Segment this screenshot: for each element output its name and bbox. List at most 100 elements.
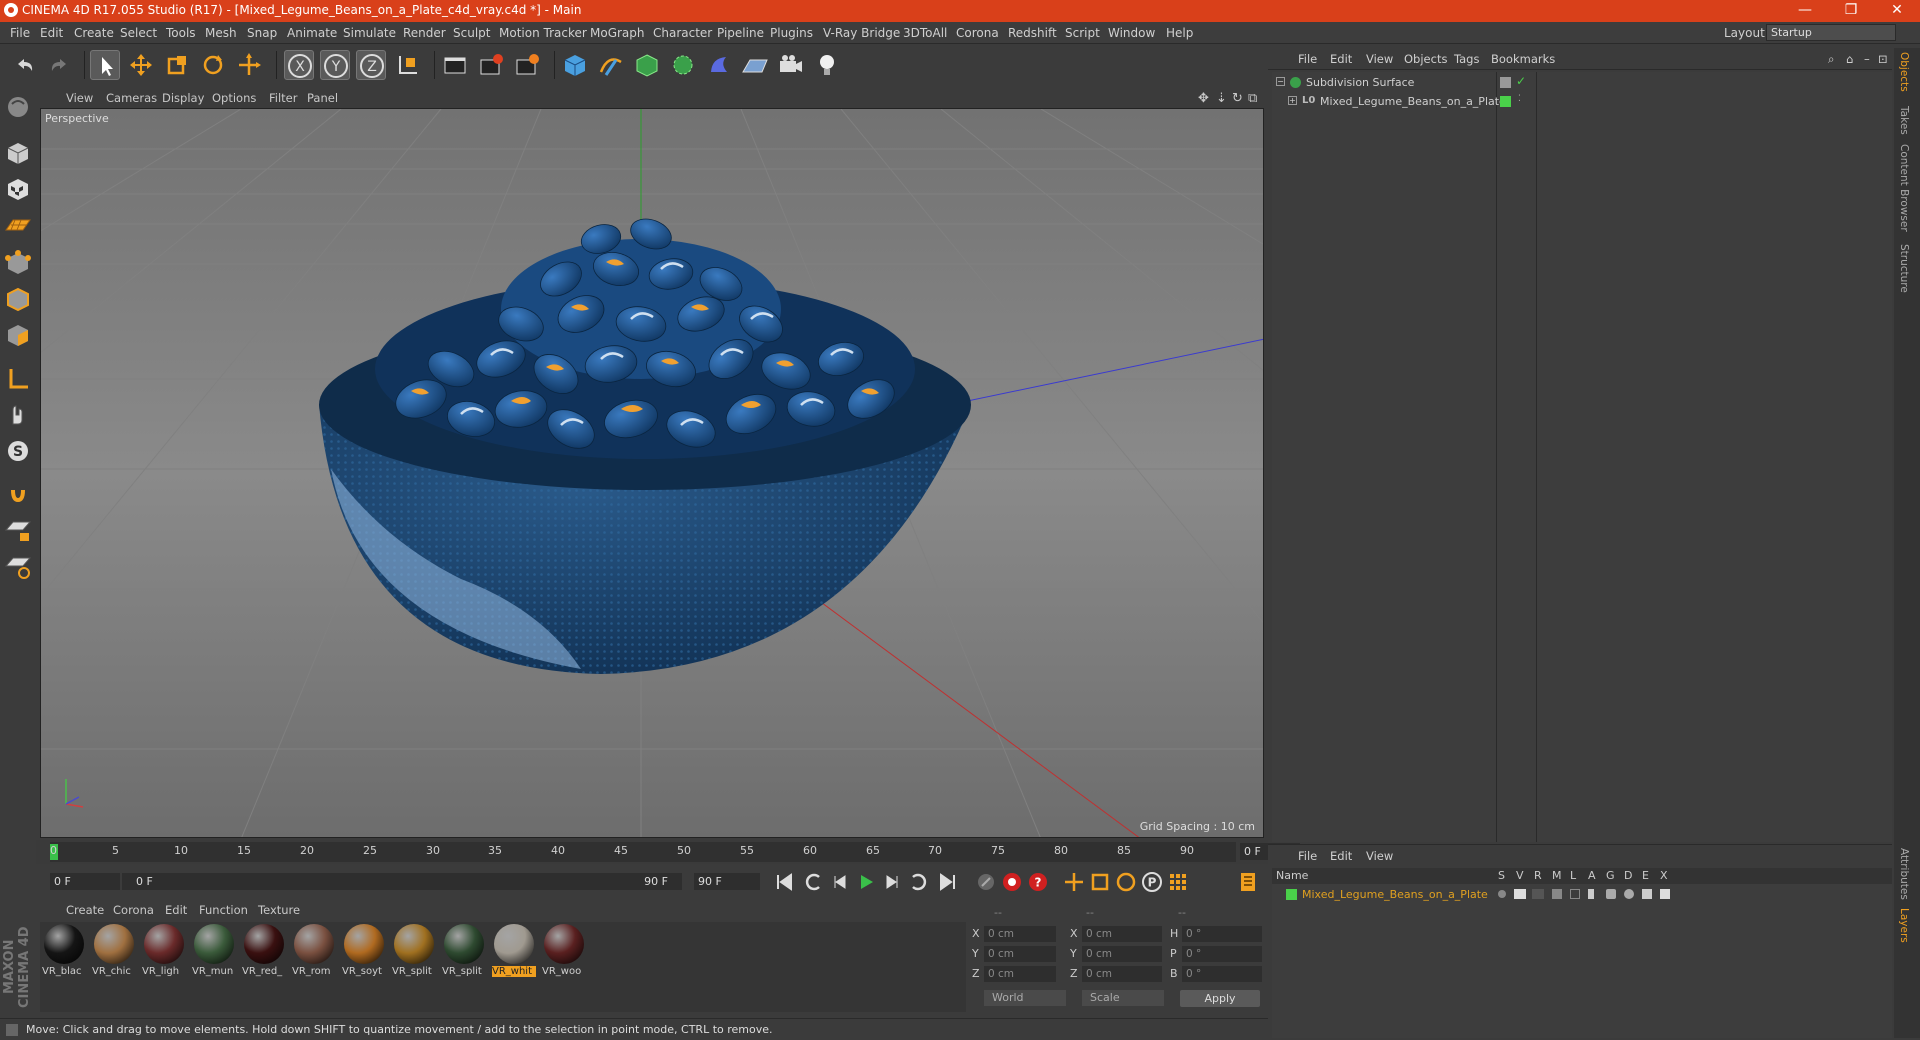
material-swatch[interactable]: VR_red_ <box>242 924 286 984</box>
material-swatch[interactable]: VR_mun <box>192 924 236 984</box>
render-to-picture-viewer-button[interactable] <box>476 50 506 80</box>
redo-button[interactable] <box>44 50 74 80</box>
generator-toggle-icon[interactable] <box>1606 889 1616 899</box>
menu-edit[interactable]: Edit <box>40 26 63 40</box>
record-button[interactable] <box>1000 870 1024 894</box>
make-editable-button[interactable] <box>3 92 33 122</box>
search-icon[interactable]: ⌕ <box>1828 52 1834 67</box>
menu-redshift[interactable]: Redshift <box>1008 26 1057 40</box>
menu-snap[interactable]: Snap <box>247 26 277 40</box>
go-to-end-button[interactable] <box>936 870 960 894</box>
size-z-field[interactable]: 0 cm <box>1082 966 1162 982</box>
object-row[interactable]: − Subdivision Surface ✓ <box>1272 74 1892 92</box>
tab-takes[interactable]: Takes <box>1898 106 1910 135</box>
viewport-menu-filter[interactable]: Filter <box>269 91 297 105</box>
column-generators[interactable]: G <box>1606 869 1615 882</box>
column-expressions[interactable]: E <box>1642 869 1649 882</box>
material-menu-texture[interactable]: Texture <box>258 903 300 917</box>
menu-tools[interactable]: Tools <box>166 26 196 40</box>
menu-help[interactable]: Help <box>1166 26 1193 40</box>
key-pla-button[interactable] <box>1166 870 1190 894</box>
menu-sculpt[interactable]: Sculpt <box>453 26 490 40</box>
object-menu-edit[interactable]: Edit <box>1330 52 1352 66</box>
floor-object-button[interactable] <box>740 50 770 80</box>
window-minimize-icon[interactable]: – <box>1864 52 1870 66</box>
column-locked[interactable]: L <box>1570 869 1576 882</box>
texture-mode-button[interactable] <box>3 174 33 204</box>
column-render[interactable]: R <box>1534 869 1542 882</box>
material-swatch[interactable]: VR_chic <box>92 924 136 984</box>
material-swatch[interactable]: VR_soyt <box>342 924 386 984</box>
object-row[interactable]: + L0 Mixed_Legume_Beans_on_a_Plate ⁚ <box>1272 93 1892 111</box>
material-swatch[interactable]: VR_split <box>392 924 436 984</box>
y-axis-lock-button[interactable]: Y <box>320 50 350 80</box>
material-menu-edit[interactable]: Edit <box>165 903 187 917</box>
material-swatch[interactable]: VR_ligh <box>142 924 186 984</box>
material-swatch[interactable]: VR_whit <box>492 924 536 984</box>
undo-button[interactable] <box>10 50 40 80</box>
solo-toggle-icon[interactable] <box>1498 890 1506 898</box>
layout-dropdown[interactable]: Startup <box>1766 24 1896 41</box>
transform-tool-button[interactable] <box>234 50 264 80</box>
subdivision-surface-button[interactable] <box>632 50 662 80</box>
pen-spline-button[interactable] <box>596 50 626 80</box>
menu-motion-tracker[interactable]: Motion Tracker <box>499 26 587 40</box>
material-menu-corona[interactable]: Corona <box>113 903 154 917</box>
rotate-tool-button[interactable] <box>198 50 228 80</box>
menu-animate[interactable]: Animate <box>287 26 337 40</box>
position-z-field[interactable]: 0 cm <box>984 966 1056 982</box>
end-frame-field[interactable]: 90 F <box>694 873 760 890</box>
timeline[interactable]: 0 5 10 15 20 25 30 35 40 45 50 55 60 65 … <box>36 840 1300 864</box>
object-menu-view[interactable]: View <box>1366 52 1393 66</box>
viewport-rotate-icon[interactable]: ↻ <box>1232 91 1243 106</box>
viewport-menu-cameras[interactable]: Cameras <box>106 91 157 105</box>
z-axis-lock-button[interactable]: Z <box>356 50 386 80</box>
polygons-mode-button[interactable] <box>3 320 33 350</box>
expression-toggle-icon[interactable] <box>1642 889 1652 899</box>
move-tool-button[interactable] <box>126 50 156 80</box>
coordinate-system-button[interactable] <box>392 50 422 80</box>
close-button[interactable]: ✕ <box>1874 0 1920 22</box>
column-name[interactable]: Name <box>1276 869 1308 882</box>
tab-content-browser[interactable]: Content Browser <box>1898 144 1910 232</box>
position-x-field[interactable]: 0 cm <box>984 926 1056 942</box>
menu-simulate[interactable]: Simulate <box>343 26 396 40</box>
material-swatch[interactable]: VR_blac <box>42 924 86 984</box>
menu-window[interactable]: Window <box>1108 26 1155 40</box>
deformer-toggle-icon[interactable] <box>1624 889 1634 899</box>
rotation-b-field[interactable]: 0 ° <box>1182 966 1262 982</box>
model-mode-button[interactable] <box>3 138 33 168</box>
column-solo[interactable]: S <box>1498 869 1505 882</box>
key-rotation-button[interactable] <box>1114 870 1138 894</box>
3d-viewport[interactable]: Perspective Grid Spacing : 10 cm <box>40 108 1264 838</box>
material-swatch[interactable]: VR_split <box>442 924 486 984</box>
visible-eye-icon[interactable] <box>1514 889 1526 899</box>
key-scale-button[interactable] <box>1088 870 1112 894</box>
size-mode-dropdown[interactable]: Scale <box>1082 990 1164 1006</box>
workplane-mode-button[interactable] <box>3 210 33 240</box>
material-menu-create[interactable]: Create <box>66 903 104 917</box>
layer-color-icon[interactable] <box>1500 96 1511 107</box>
keyframe-selection-button[interactable] <box>974 870 998 894</box>
object-menu-tags[interactable]: Tags <box>1454 52 1479 66</box>
expand-icon[interactable]: + <box>1288 96 1297 105</box>
enabled-check-icon[interactable]: ✓ <box>1516 74 1526 88</box>
menu-file[interactable]: File <box>10 26 30 40</box>
window-float-icon[interactable]: ⊡ <box>1878 52 1888 66</box>
scale-tool-button[interactable] <box>162 50 192 80</box>
render-view-button[interactable] <box>440 50 470 80</box>
tab-layers[interactable]: Layers <box>1898 908 1910 943</box>
play-button[interactable] <box>854 870 878 894</box>
timeline-window-button[interactable] <box>1236 870 1260 894</box>
menu-render[interactable]: Render <box>403 26 446 40</box>
tweak-mode-button[interactable] <box>3 400 33 430</box>
layer-row[interactable]: Mixed_Legume_Beans_on_a_Plate <box>1272 886 1892 904</box>
xref-toggle-icon[interactable] <box>1660 889 1670 899</box>
manager-toggle-icon[interactable] <box>1552 889 1562 899</box>
layer-menu-file[interactable]: File <box>1298 849 1317 863</box>
menu-3dtoall[interactable]: 3DToAll <box>903 26 947 40</box>
layer-color-swatch[interactable] <box>1286 889 1297 900</box>
render-toggle-icon[interactable] <box>1532 889 1544 899</box>
object-menu-bookmarks[interactable]: Bookmarks <box>1491 52 1555 66</box>
menu-mograph[interactable]: MoGraph <box>590 26 645 40</box>
